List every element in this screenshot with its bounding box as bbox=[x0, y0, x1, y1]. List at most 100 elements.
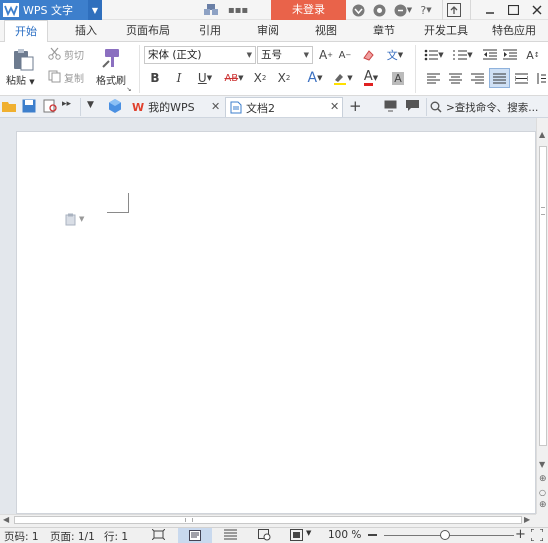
superscript-icon[interactable]: X2 bbox=[252, 69, 268, 87]
next-page-icon[interactable]: ⊕ bbox=[539, 500, 547, 510]
bold-icon[interactable]: B bbox=[147, 69, 163, 87]
more-dots-icon[interactable]: ▪▪▪ bbox=[228, 2, 248, 18]
save-icon[interactable] bbox=[22, 99, 38, 115]
more-commands-icon[interactable]: ▸▸ bbox=[62, 99, 74, 115]
clear-format-icon[interactable] bbox=[360, 46, 376, 64]
scroll-left-icon[interactable]: ◀ bbox=[3, 515, 9, 524]
status-row[interactable]: 行: 1 bbox=[104, 529, 128, 543]
font-name-select[interactable]: 宋体 (正文) ▼ bbox=[144, 46, 256, 64]
font-size-select[interactable]: 五号 ▼ bbox=[257, 46, 313, 64]
page-view-icon[interactable] bbox=[178, 528, 212, 543]
tab-my-wps[interactable]: W 我的WPS bbox=[128, 97, 222, 117]
align-center-icon[interactable] bbox=[447, 69, 463, 87]
paste-options-icon[interactable]: ▼ bbox=[65, 211, 91, 227]
browse-object-icon[interactable]: ○ bbox=[539, 488, 546, 497]
screen-icon[interactable] bbox=[384, 100, 398, 114]
feedback-icon[interactable] bbox=[371, 2, 387, 18]
shrink-font-icon[interactable]: A − bbox=[337, 46, 353, 64]
zoom-slider-thumb[interactable] bbox=[440, 530, 450, 540]
fullscreen-icon[interactable] bbox=[152, 529, 166, 541]
vertical-scrollbar[interactable]: ▲ ▼ ⊕ ○ ⊕ bbox=[536, 118, 548, 514]
help-icon[interactable]: ? ▼ bbox=[416, 2, 436, 18]
login-button[interactable]: 未登录 bbox=[271, 0, 346, 20]
scissors-icon[interactable] bbox=[47, 46, 61, 60]
app-menu-button[interactable]: WPS 文字 ▼ bbox=[0, 0, 102, 20]
cube-icon[interactable] bbox=[108, 99, 124, 115]
prev-page-icon[interactable]: ⊕ bbox=[539, 474, 547, 484]
align-right-icon[interactable] bbox=[469, 69, 485, 87]
underline-icon[interactable]: U ▼ bbox=[194, 69, 216, 87]
web-view-icon[interactable] bbox=[258, 529, 272, 541]
vertical-scroll-thumb[interactable] bbox=[539, 146, 547, 446]
skin-icon[interactable] bbox=[350, 2, 366, 18]
minimize-icon[interactable] bbox=[482, 2, 498, 18]
justify-icon[interactable] bbox=[489, 68, 510, 88]
eye-protection-icon[interactable]: ▼ bbox=[290, 529, 316, 541]
close-my-wps-tab-icon[interactable]: ✕ bbox=[211, 100, 220, 113]
font-color-icon[interactable]: A ▼ bbox=[358, 69, 384, 87]
format-painter-label[interactable]: 格式刷 bbox=[96, 72, 126, 87]
tab-references[interactable]: 引用 bbox=[188, 20, 232, 42]
status-page[interactable]: 页面: 1/1 bbox=[50, 529, 95, 543]
italic-icon[interactable]: I bbox=[171, 69, 187, 87]
clipboard-expand-icon[interactable]: ↘ bbox=[126, 86, 132, 93]
upload-icon[interactable] bbox=[446, 2, 462, 18]
tab-features[interactable]: 特色应用 bbox=[484, 20, 544, 42]
horizontal-scrollbar[interactable]: ◀ ▶ bbox=[0, 514, 536, 526]
app-menu-dropdown-icon[interactable]: ▼ bbox=[88, 0, 102, 20]
increase-indent-icon[interactable] bbox=[502, 46, 518, 64]
tab-review[interactable]: 审阅 bbox=[246, 20, 290, 42]
document-page[interactable]: ▼ bbox=[16, 131, 536, 514]
scroll-right-icon[interactable]: ▶ bbox=[524, 515, 530, 524]
comment-icon[interactable] bbox=[406, 100, 420, 114]
grow-font-icon[interactable]: A + bbox=[318, 46, 334, 64]
format-painter-icon[interactable] bbox=[100, 46, 124, 70]
fit-page-icon[interactable] bbox=[531, 529, 543, 541]
print-preview-icon[interactable] bbox=[43, 99, 59, 115]
ribbon-home: 粘贴 ▼ 剪切 复制 格式刷 ↘ 宋体 (正文) ▼ 五号 ▼ A + A − 文 ▼ B… bbox=[0, 42, 548, 96]
tab-document[interactable]: 文档2 bbox=[225, 97, 343, 117]
numbering-icon[interactable]: ▼ bbox=[450, 46, 476, 64]
copy-icon[interactable] bbox=[47, 69, 61, 83]
bullets-icon[interactable]: ▼ bbox=[421, 46, 447, 64]
line-spacing-icon[interactable] bbox=[535, 69, 547, 87]
distributed-icon[interactable] bbox=[513, 69, 529, 87]
zoom-level[interactable]: 100 % bbox=[328, 529, 361, 541]
command-search[interactable]: >查找命令、搜索... bbox=[430, 98, 548, 116]
tab-view[interactable]: 视图 bbox=[304, 20, 348, 42]
char-shading-icon[interactable]: A bbox=[390, 69, 406, 87]
highlight-icon[interactable]: ▼ bbox=[330, 69, 356, 87]
tab-developer[interactable]: 开发工具 bbox=[418, 20, 474, 42]
zoom-in-icon[interactable]: + bbox=[515, 527, 526, 542]
window-layout-icon[interactable] bbox=[203, 2, 219, 18]
strikethrough-icon[interactable]: AB ▼ bbox=[221, 69, 247, 87]
close-document-tab-icon[interactable]: ✕ bbox=[330, 100, 339, 113]
paste-button[interactable] bbox=[8, 46, 38, 72]
tab-page-layout[interactable]: 页面布局 bbox=[118, 20, 178, 42]
scroll-down-icon[interactable]: ▼ bbox=[539, 460, 545, 469]
zoom-out-icon[interactable] bbox=[368, 534, 377, 536]
align-left-icon[interactable] bbox=[425, 69, 441, 87]
tab-insert[interactable]: 插入 bbox=[64, 20, 108, 42]
cut-label[interactable]: 剪切 bbox=[64, 47, 84, 62]
maximize-icon[interactable] bbox=[505, 2, 521, 18]
copy-label[interactable]: 复制 bbox=[64, 70, 84, 85]
outline-view-icon[interactable] bbox=[224, 529, 238, 541]
search-icon bbox=[430, 101, 442, 113]
scroll-up-icon[interactable]: ▲ bbox=[539, 130, 545, 139]
open-icon[interactable] bbox=[2, 99, 18, 115]
new-tab-icon[interactable]: + bbox=[349, 97, 362, 115]
tab-home[interactable]: 开始 bbox=[4, 20, 48, 43]
text-direction-icon[interactable]: A ↕ bbox=[524, 46, 542, 64]
decrease-indent-icon[interactable] bbox=[482, 46, 498, 64]
tab-section[interactable]: 章节 bbox=[362, 20, 406, 42]
horizontal-scroll-thumb[interactable] bbox=[14, 516, 522, 524]
status-page-code[interactable]: 页码: 1 bbox=[4, 529, 39, 543]
tab-list-dropdown-icon[interactable]: ▼ bbox=[87, 100, 99, 114]
text-effect-icon[interactable]: A ▼ bbox=[302, 69, 328, 87]
paste-label[interactable]: 粘贴 ▼ bbox=[6, 72, 35, 87]
pinyin-icon[interactable]: 文 ▼ bbox=[382, 46, 408, 64]
share-icon[interactable]: ▼ bbox=[392, 2, 414, 18]
subscript-icon[interactable]: X2 bbox=[276, 69, 292, 87]
close-icon[interactable] bbox=[529, 2, 545, 18]
